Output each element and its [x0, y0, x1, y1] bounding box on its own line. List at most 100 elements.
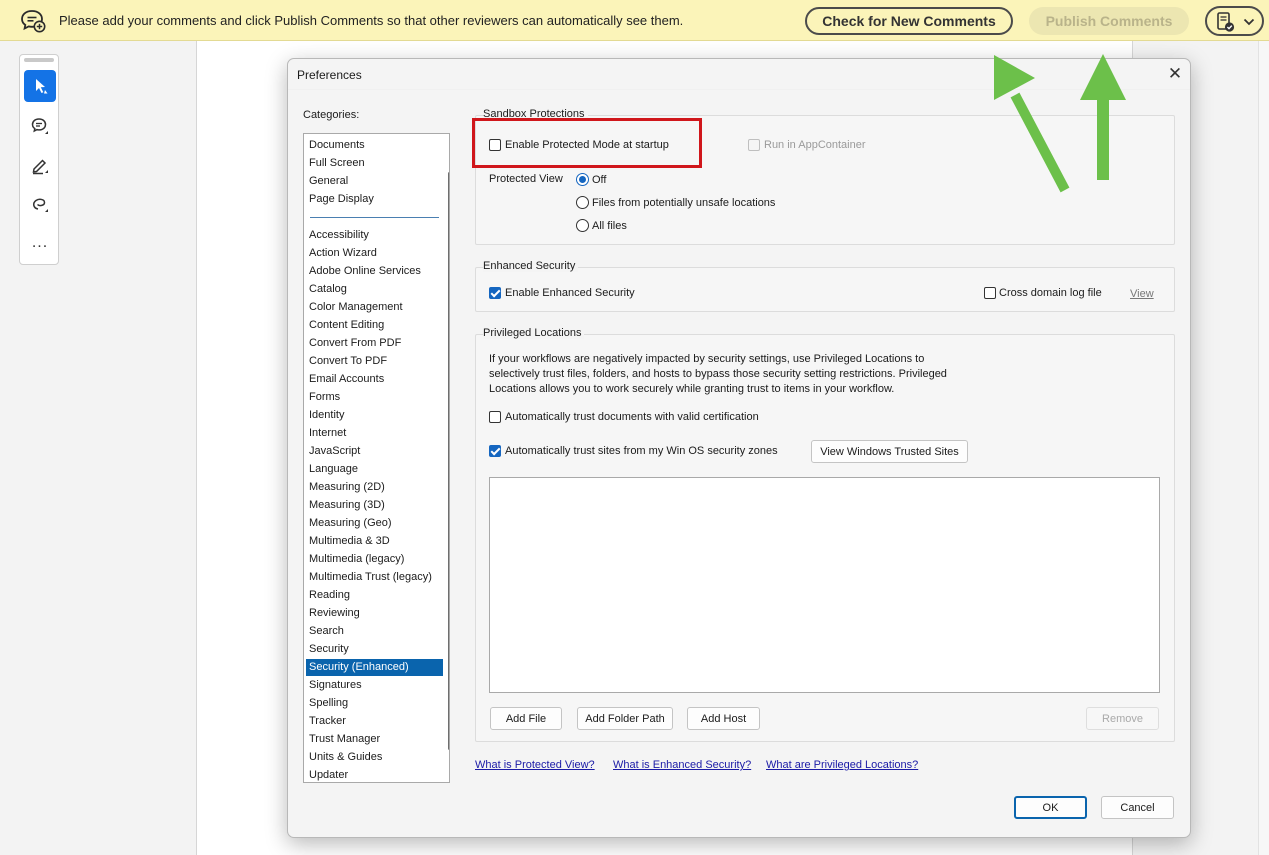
green-arrows-overlay	[994, 54, 1126, 193]
review-menu-button[interactable]	[1205, 6, 1264, 36]
add-file-button[interactable]: Add File	[490, 707, 562, 730]
category-item[interactable]: Color Management	[306, 299, 443, 316]
category-item[interactable]: Reading	[306, 587, 443, 604]
category-item[interactable]: Multimedia Trust (legacy)	[306, 569, 443, 586]
category-item[interactable]: Trust Manager	[306, 731, 443, 748]
category-item[interactable]: Full Screen	[306, 155, 443, 172]
category-item[interactable]: Units & Guides	[306, 749, 443, 766]
category-item[interactable]: Accessibility	[306, 227, 443, 244]
trust-certification-checkbox[interactable]	[489, 411, 501, 423]
category-item[interactable]: Email Accounts	[306, 371, 443, 388]
comment-bar: Please add your comments and click Publi…	[0, 0, 1269, 41]
ok-button[interactable]: OK	[1014, 796, 1087, 819]
category-item[interactable]: Catalog	[306, 281, 443, 298]
add-host-button[interactable]: Add Host	[687, 707, 760, 730]
privileged-description-line-3: Locations allows you to work securely wh…	[489, 383, 895, 395]
enable-enhanced-security-label: Enable Enhanced Security	[505, 287, 635, 299]
comment-bubble-icon	[31, 118, 48, 134]
categories-list[interactable]: Documents Full Screen General Page Display A…	[303, 133, 450, 783]
what-is-protected-view-link[interactable]: What is Protected View?	[475, 759, 595, 771]
close-icon: ✕	[1167, 64, 1183, 83]
category-item[interactable]: Identity	[306, 407, 443, 424]
what-are-privileged-locations-link[interactable]: What are Privileged Locations?	[766, 759, 918, 771]
close-button[interactable]: ✕	[1164, 63, 1186, 85]
category-item[interactable]: Multimedia (legacy)	[306, 551, 443, 568]
view-log-link[interactable]: View	[1130, 288, 1154, 300]
chevron-down-icon	[1243, 18, 1255, 26]
appcontainer-label: Run in AppContainer	[764, 139, 866, 151]
trust-win-os-sites-label: Automatically trust sites from my Win OS…	[505, 445, 778, 457]
what-is-enhanced-security-link[interactable]: What is Enhanced Security?	[613, 759, 751, 771]
category-item[interactable]: Documents	[306, 137, 443, 154]
green-arrow-right	[1080, 54, 1126, 180]
comment-bar-message: Please add your comments and click Publi…	[59, 13, 684, 28]
category-item[interactable]: Convert From PDF	[306, 335, 443, 352]
protected-view-all-radio[interactable]	[576, 219, 589, 232]
pen-icon	[32, 159, 48, 175]
cross-domain-log-label: Cross domain log file	[999, 287, 1102, 299]
check-new-comments-button[interactable]: Check for New Comments	[805, 7, 1013, 35]
categories-separator	[310, 217, 439, 218]
view-windows-trusted-sites-button[interactable]: View Windows Trusted Sites	[811, 440, 968, 463]
freehand-tool-button[interactable]	[24, 188, 56, 220]
document-status-icon	[1217, 12, 1235, 32]
publish-comments-button[interactable]: Publish Comments	[1029, 7, 1189, 35]
protected-view-off-label: Off	[592, 174, 607, 186]
add-folder-path-button[interactable]: Add Folder Path	[577, 707, 673, 730]
category-item[interactable]: Measuring (2D)	[306, 479, 443, 496]
highlight-draw-tool-button[interactable]	[24, 149, 56, 181]
privileged-description-line-1: If your workflows are negatively impacte…	[489, 353, 925, 365]
category-item[interactable]: Search	[306, 623, 443, 640]
category-item[interactable]: Content Editing	[306, 317, 443, 334]
category-item[interactable]: Internet	[306, 425, 443, 442]
category-item[interactable]: Spelling	[306, 695, 443, 712]
lasso-icon	[33, 198, 48, 212]
more-tools-button[interactable]: ...	[24, 227, 56, 259]
enhanced-security-title: Enhanced Security	[483, 260, 579, 272]
categories-label: Categories:	[303, 109, 360, 121]
category-item[interactable]: Updater	[306, 767, 443, 782]
category-item[interactable]: Measuring (Geo)	[306, 515, 443, 532]
trust-certification-label: Automatically trust documents with valid…	[505, 411, 759, 423]
privileged-description-line-2: selectively trust files, folders, and ho…	[489, 368, 947, 380]
category-item[interactable]: Language	[306, 461, 443, 478]
select-tool-button[interactable]	[24, 70, 56, 102]
category-item[interactable]: Security (Enhanced)	[306, 659, 443, 676]
category-item[interactable]: Adobe Online Services	[306, 263, 443, 280]
category-item[interactable]: Multimedia & 3D	[306, 533, 443, 550]
red-highlight-box	[472, 118, 702, 168]
categories-scrollbar[interactable]	[448, 172, 449, 750]
category-item[interactable]: Security	[306, 641, 443, 658]
category-item[interactable]: Signatures	[306, 677, 443, 694]
protected-view-label: Protected View	[489, 173, 563, 185]
privileged-locations-listbox[interactable]	[489, 477, 1160, 693]
protected-view-unsafe-label: Files from potentially unsafe locations	[592, 197, 776, 209]
category-item[interactable]: General	[306, 173, 443, 190]
cross-domain-log-checkbox[interactable]	[984, 287, 996, 299]
category-item[interactable]: Convert To PDF	[306, 353, 443, 370]
dialog-title: Preferences	[297, 68, 362, 82]
category-item[interactable]: Tracker	[306, 713, 443, 730]
tool-rail-grip[interactable]	[24, 58, 54, 62]
category-item[interactable]: JavaScript	[306, 443, 443, 460]
enable-enhanced-security-checkbox[interactable]	[489, 287, 501, 299]
protected-view-off-radio[interactable]	[576, 173, 589, 186]
category-item[interactable]: Page Display	[306, 191, 443, 208]
comment-add-icon	[21, 10, 46, 33]
cancel-button[interactable]: Cancel	[1101, 796, 1174, 819]
category-item[interactable]: Forms	[306, 389, 443, 406]
privileged-locations-title: Privileged Locations	[483, 327, 585, 339]
protected-view-all-label: All files	[592, 220, 627, 232]
add-comment-tool-button[interactable]	[24, 110, 56, 142]
comment-tool-rail: ...	[19, 54, 59, 265]
category-item[interactable]: Measuring (3D)	[306, 497, 443, 514]
protected-view-unsafe-radio[interactable]	[576, 196, 589, 209]
trust-win-os-sites-checkbox[interactable]	[489, 445, 501, 457]
vertical-scrollbar[interactable]	[1258, 41, 1269, 855]
appcontainer-checkbox[interactable]	[748, 139, 760, 151]
cursor-arrow-icon	[36, 79, 48, 94]
remove-button[interactable]: Remove	[1086, 707, 1159, 730]
category-item[interactable]: Reviewing	[306, 605, 443, 622]
green-arrow-left	[994, 55, 1070, 193]
category-item[interactable]: Action Wizard	[306, 245, 443, 262]
